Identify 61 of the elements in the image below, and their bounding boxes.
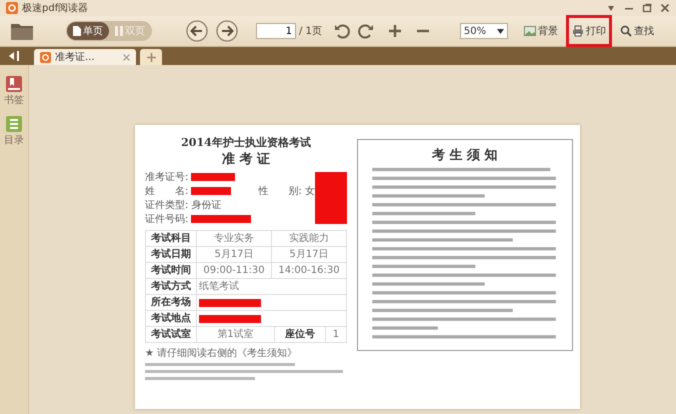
single-page-button[interactable]: 单页 xyxy=(67,22,109,40)
page-total: / 1页 xyxy=(299,25,322,38)
dropdown-icon[interactable] xyxy=(606,3,616,13)
bookmark-icon xyxy=(5,75,23,93)
table-cell: 09:00-11:30 xyxy=(197,263,272,279)
find-button[interactable]: 查找 xyxy=(614,15,660,47)
table-cell: 专业实务 xyxy=(197,231,272,247)
table-cell: 14:00-16:30 xyxy=(272,263,347,279)
notice-heading: 考 生 须 知 xyxy=(432,147,498,164)
table-cell: 1 xyxy=(326,327,347,343)
redacted-photo xyxy=(314,172,347,224)
field-label: 准考证号: xyxy=(145,170,188,184)
list-icon xyxy=(5,115,23,133)
field-label: 证件类型: xyxy=(145,198,188,212)
sidebar-toggle-icon[interactable] xyxy=(8,51,20,61)
app-logo-icon xyxy=(6,2,18,14)
table-header-cell: 考试地点 xyxy=(146,311,197,327)
table-cell: 实践能力 xyxy=(272,231,347,247)
printer-icon xyxy=(572,25,584,37)
table-header-cell: 考试日期 xyxy=(146,247,197,263)
close-icon[interactable] xyxy=(660,3,670,13)
rotate-left-icon[interactable] xyxy=(334,23,350,39)
outline-button[interactable]: 目录 xyxy=(4,115,24,147)
new-tab-button[interactable] xyxy=(140,49,162,65)
gender-field: 性 别: 女 xyxy=(258,184,315,198)
document-title: 2014年护士执业资格考试 xyxy=(180,135,312,150)
table-header-cell: 考试方式 xyxy=(146,279,197,295)
table-header-cell: 考试试室 xyxy=(146,327,197,343)
field-label: 姓 名: xyxy=(145,185,188,198)
document-subtitle: 准 考 证 xyxy=(220,151,271,168)
print-button[interactable]: 打印 xyxy=(566,15,612,47)
table-cell: 5月17日 xyxy=(272,247,347,263)
page-icon xyxy=(73,26,81,36)
table-header-cell: 座位号 xyxy=(274,327,326,343)
table-cell: 纸笔考试 xyxy=(197,279,347,295)
bookmark-button[interactable]: 书签 xyxy=(4,75,24,107)
picture-icon xyxy=(524,25,536,37)
redaction-bar xyxy=(199,298,261,306)
redaction-bar xyxy=(199,314,261,322)
table-cell: 5月17日 xyxy=(197,247,272,263)
table-header-cell: 考试科目 xyxy=(146,231,197,247)
page-number-field[interactable]: 1 xyxy=(256,23,296,39)
zoom-dropdown[interactable]: 50% xyxy=(460,23,508,39)
field-value: 身份证 xyxy=(191,199,222,212)
background-button[interactable]: 背景 xyxy=(518,15,564,47)
table-cell: 第1试室 xyxy=(197,327,275,343)
table-header-cell: 所在考场 xyxy=(146,295,197,311)
rotate-right-icon[interactable] xyxy=(358,23,374,39)
search-icon xyxy=(620,25,632,37)
note-text: ★ 请仔细阅读右侧的《考生须知》 xyxy=(145,346,298,360)
zoom-in-icon[interactable] xyxy=(388,24,402,38)
window-title: 极速pdf阅读器 xyxy=(22,2,88,15)
maximize-icon[interactable] xyxy=(642,3,652,13)
folder-icon[interactable] xyxy=(10,21,34,41)
table-header-cell: 考试时间 xyxy=(146,263,197,279)
field-label: 证件号码: xyxy=(145,213,188,226)
double-page-icon xyxy=(115,26,123,36)
document-tab[interactable]: 准考证... xyxy=(34,49,136,65)
caret-icon xyxy=(496,28,504,34)
plus-icon xyxy=(146,52,156,62)
document-icon xyxy=(40,52,51,62)
